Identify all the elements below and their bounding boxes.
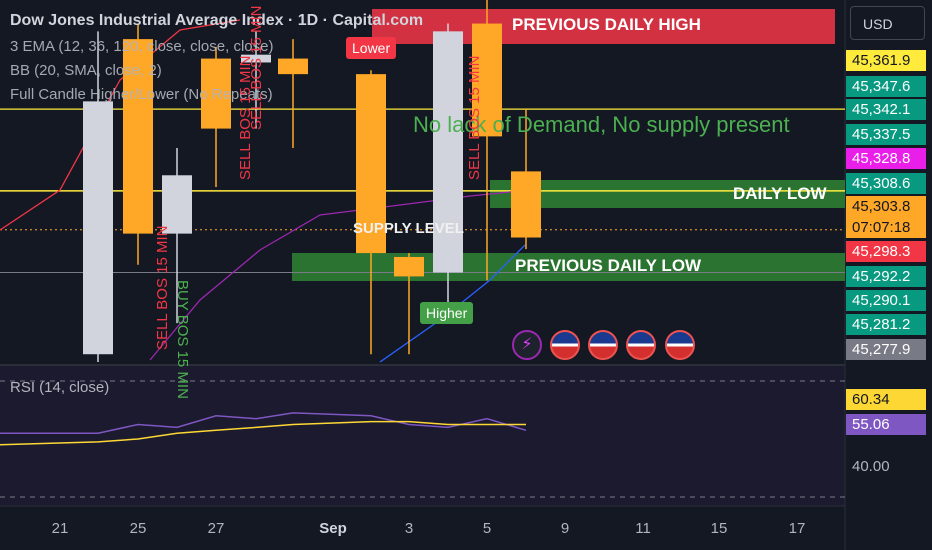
rsi-label: RSI (14, close) — [10, 379, 110, 396]
price-tag: 45,328.8 — [846, 148, 926, 169]
us-flag-icon[interactable] — [550, 330, 580, 360]
us-flag-icon[interactable] — [588, 330, 618, 360]
price-tag: 45,290.1 — [846, 290, 926, 311]
price-tag: 45,361.9 — [846, 50, 926, 71]
price-tag: 45,337.5 — [846, 124, 926, 145]
sell-bos-label: SELL BOS 15 MIN — [466, 55, 483, 181]
time-tick: 17 — [788, 520, 806, 537]
sell-bos-label: SELL BOS 15 MIN — [154, 225, 171, 351]
higher-marker[interactable]: Higher — [420, 302, 474, 324]
price-tag: 45,303.8 — [846, 196, 926, 217]
time-tick: 11 — [635, 520, 651, 537]
us-flag-icon[interactable] — [665, 330, 695, 360]
price-tag: 45,342.1 — [846, 99, 926, 120]
daily-low-label: DAILY LOW — [733, 184, 827, 203]
candle-body — [511, 171, 541, 238]
time-tick: Sep — [319, 520, 347, 537]
indicator-bb[interactable]: BB (20, SMA, close, 2) — [10, 62, 162, 79]
previous-daily-low-label: PREVIOUS DAILY LOW — [515, 256, 702, 275]
time-tick: 5 — [482, 520, 492, 537]
lower-marker[interactable]: Lower — [346, 37, 397, 59]
rsi-value-tag: 60.34 — [846, 389, 926, 410]
time-tick: 15 — [710, 520, 728, 537]
candle-body — [83, 101, 113, 355]
previous-daily-high-label: PREVIOUS DAILY HIGH — [512, 15, 701, 34]
price-tag: 45,308.6 — [846, 173, 926, 194]
currency-button[interactable]: USD — [850, 6, 925, 40]
time-tick: 25 — [129, 520, 147, 537]
candle-body — [278, 58, 308, 75]
price-tag: 45,298.3 — [846, 241, 926, 262]
supply-level-label: SUPPLY LEVEL — [353, 220, 464, 237]
indicator-ema[interactable]: 3 EMA (12, 36, 120, close, close, close) — [10, 38, 273, 55]
rsi-pane — [0, 366, 845, 506]
candle-body — [394, 256, 424, 277]
us-flag-icon[interactable] — [626, 330, 656, 360]
price-tag: 45,347.6 — [846, 76, 926, 97]
indicator-full-candle[interactable]: Full Candle Higher/Lower (No Repeats) — [10, 86, 273, 103]
chart-title: Dow Jones Industrial Average Index · 1D … — [10, 12, 424, 29]
time-tick: 9 — [560, 520, 570, 537]
time-tick: 21 — [51, 520, 69, 537]
buy-bos-label: BUY BOS 15 MIN — [174, 280, 191, 399]
price-tag: 45,281.2 — [846, 314, 926, 335]
price-tag: 45,292.2 — [846, 266, 926, 287]
price-tag: 45,277.9 — [846, 339, 926, 360]
chart-stage: Dow Jones Industrial Average Index · 1D … — [0, 0, 932, 550]
time-tick: 27 — [207, 520, 225, 537]
lightning-icon[interactable]: ⚡ — [512, 330, 542, 360]
time-tick: 3 — [404, 520, 414, 537]
rsi-level-label: 40.00 — [852, 458, 890, 475]
rsi-ma-tag: 55.06 — [846, 414, 926, 435]
price-tag: 07:07:18 — [846, 217, 926, 238]
sell-bos-label: SELL BOS 15 MIN — [248, 5, 265, 131]
